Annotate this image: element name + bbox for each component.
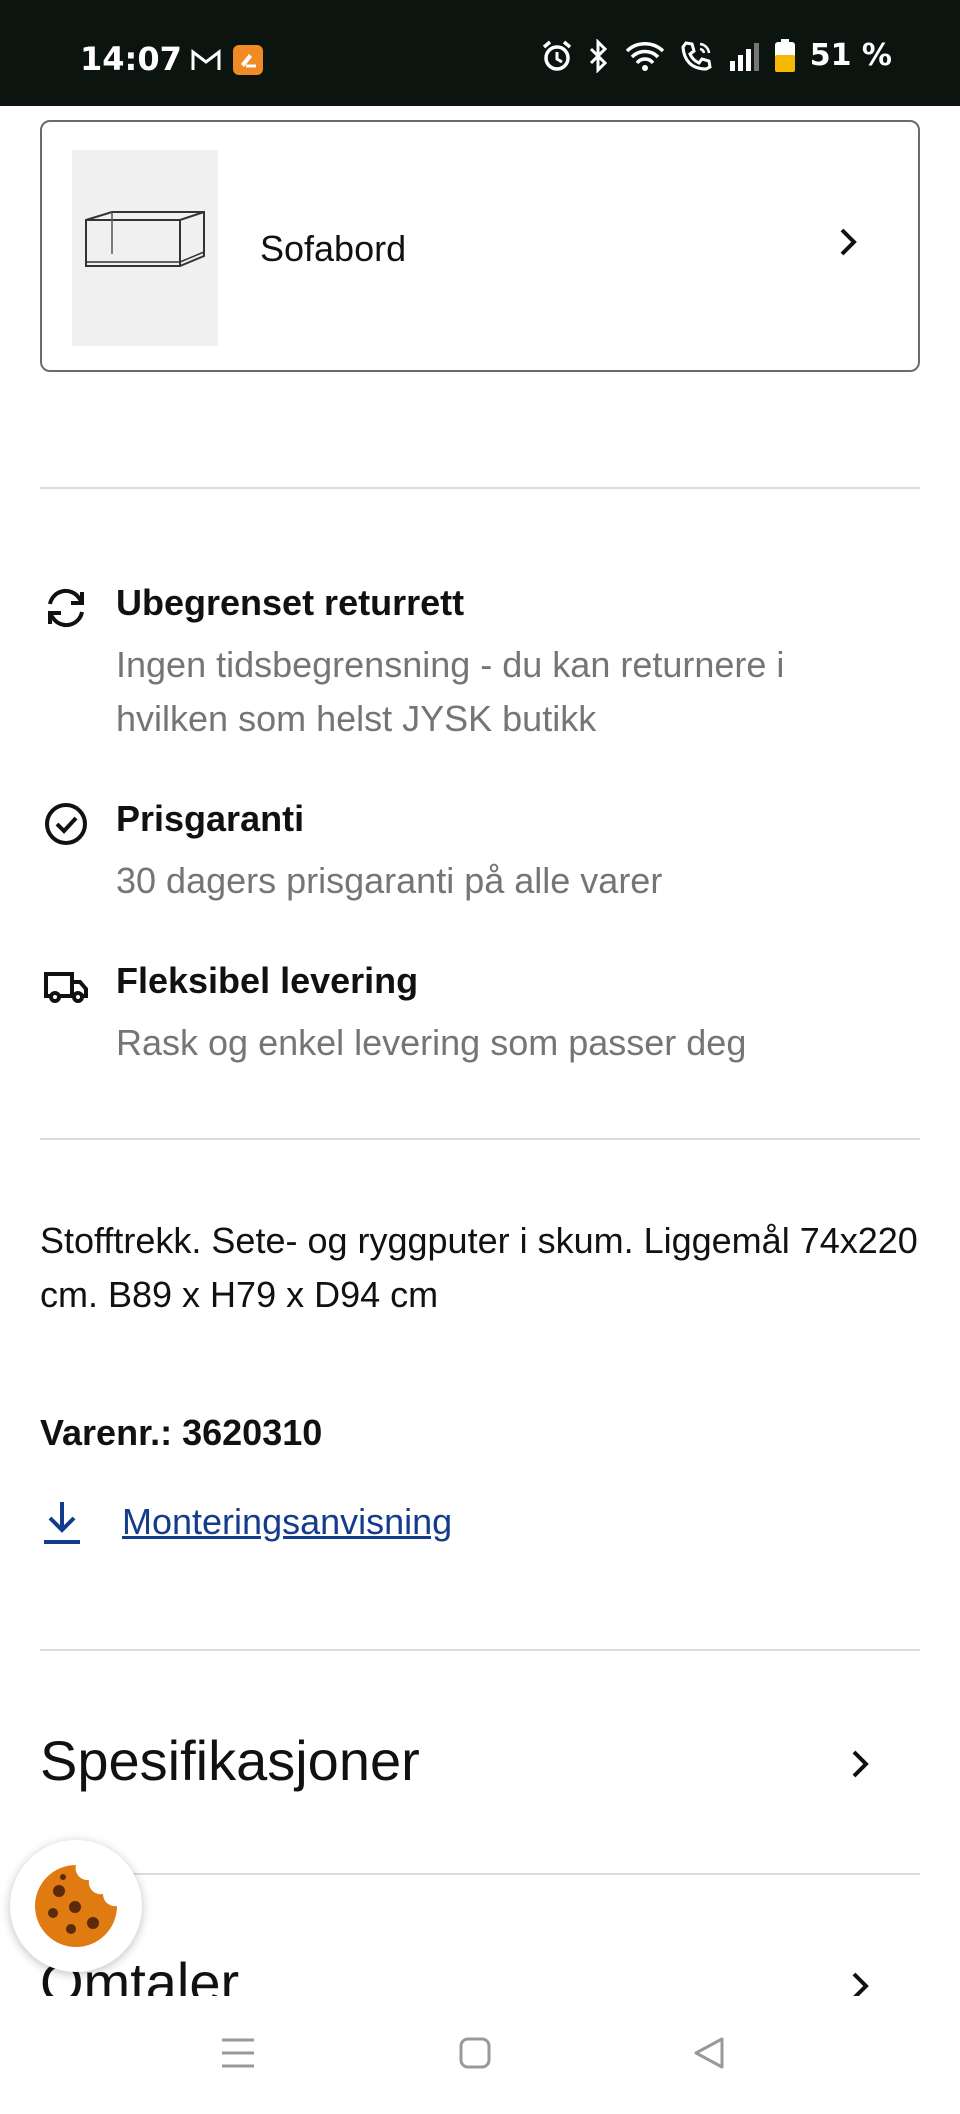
- divider: [40, 487, 920, 489]
- card-title: Sofabord: [260, 228, 407, 269]
- usp-delivery: Fleksibel levering Rask og enkel leverin…: [40, 960, 920, 1070]
- item-number: Varenr.: 3620310: [40, 1412, 322, 1454]
- chevron-right-icon: [852, 1750, 869, 1778]
- divider: [40, 1138, 920, 1140]
- coffee-table-image: [72, 150, 218, 346]
- item-number-label: Varenr.:: [40, 1412, 173, 1453]
- alarm-icon: [542, 40, 571, 71]
- status-bar: 14:07 51 %: [0, 0, 960, 106]
- check-circle-icon: [45, 803, 87, 845]
- usp-text: 30 dagers prisgaranti på alle varer: [116, 860, 663, 901]
- refresh-icon: [48, 588, 84, 628]
- bluetooth-icon: [589, 38, 607, 73]
- usp-title: Ubegrenset returrett: [116, 582, 465, 623]
- chevron-right-icon: [840, 228, 857, 256]
- wifi-calling-icon: [681, 40, 712, 71]
- back-icon[interactable]: [692, 2036, 726, 2070]
- app-notification-icon: [233, 45, 263, 75]
- download-icon: [44, 1502, 80, 1544]
- product-description: Stofftrekk. Sete- og ryggputer i skum. L…: [40, 1220, 918, 1315]
- accordion-title: Spesifikasjoner: [40, 1729, 420, 1792]
- usp-text: Ingen tidsbegrensning - du kan returnere…: [116, 644, 785, 739]
- gmail-icon: [191, 48, 221, 70]
- status-time: 14:07: [80, 40, 182, 78]
- battery-percent: 51 %: [809, 38, 892, 73]
- assembly-instructions-label[interactable]: Monteringsanvisning: [122, 1501, 452, 1543]
- item-number-value: 3620310: [182, 1412, 323, 1453]
- cookie-icon: [35, 1865, 117, 1947]
- usp-price-guarantee: Prisgaranti 30 dagers prisgaranti på all…: [40, 798, 920, 908]
- accordion-reviews[interactable]: Omtaler: [40, 1950, 920, 1996]
- usp-text: Rask og enkel levering som passer deg: [116, 1022, 747, 1063]
- divider: [40, 1873, 920, 1875]
- accordion-specifications[interactable]: Spesifikasjoner: [40, 1728, 920, 1848]
- chevron-right-icon: [852, 1972, 869, 1996]
- cookie-settings-button[interactable]: [10, 1840, 142, 1972]
- truck-icon: [44, 972, 88, 1003]
- battery-icon: [774, 38, 795, 72]
- related-product-card[interactable]: Sofabord: [40, 120, 920, 372]
- usp-title: Prisgaranti: [116, 798, 305, 839]
- home-icon[interactable]: [458, 2036, 492, 2070]
- wifi-icon: [625, 41, 664, 71]
- assembly-instructions-link[interactable]: Monteringsanvisning: [40, 1494, 452, 1550]
- divider: [40, 1649, 920, 1651]
- usp-title: Fleksibel levering: [116, 960, 419, 1001]
- signal-icon: [729, 42, 759, 71]
- system-nav-bar: [0, 1996, 960, 2114]
- usp-returns: Ubegrenset returrett Ingen tidsbegrensni…: [40, 582, 920, 742]
- recent-apps-icon[interactable]: [220, 2036, 256, 2070]
